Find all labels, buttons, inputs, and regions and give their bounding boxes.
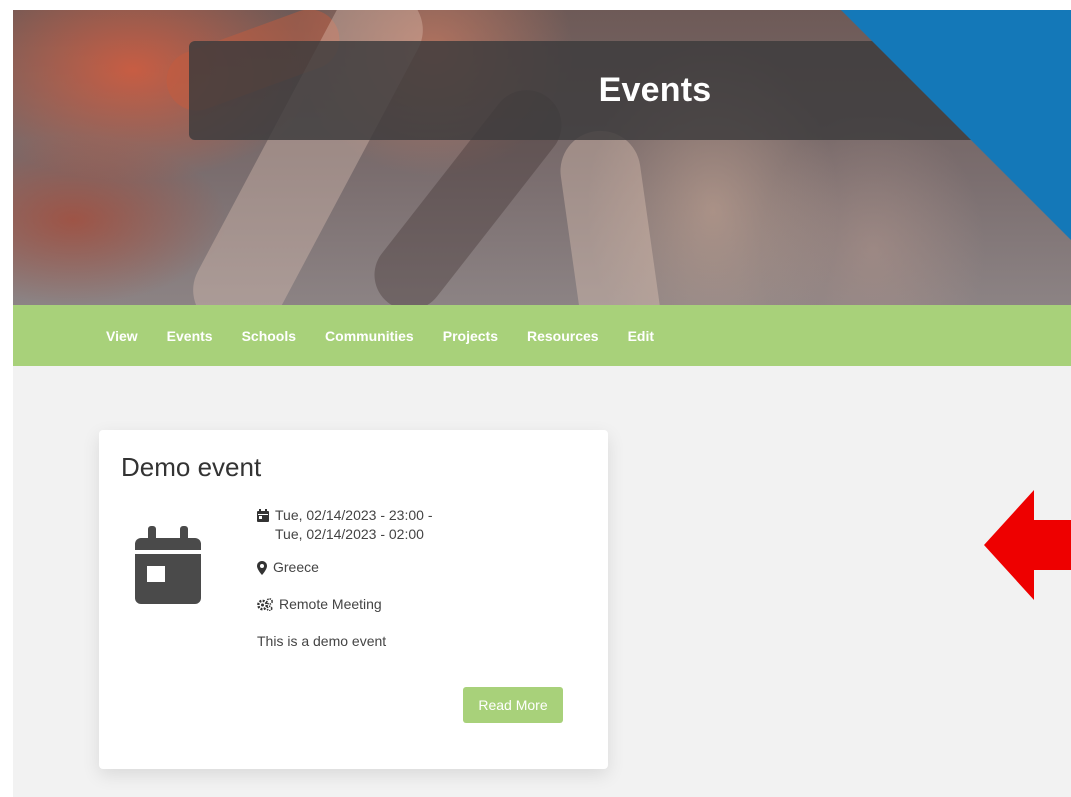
- map-marker-icon: [257, 561, 267, 575]
- tab-events[interactable]: Events: [167, 328, 213, 344]
- small-calendar-icon: [257, 509, 269, 522]
- tabs-nav: View Events Schools Communities Projects…: [13, 305, 1071, 366]
- tab-resources[interactable]: Resources: [527, 328, 599, 344]
- event-type: Remote Meeting: [257, 595, 577, 614]
- tab-communities[interactable]: Communities: [325, 328, 414, 344]
- event-date-end: Tue, 02/14/2023 - 02:00: [275, 526, 424, 542]
- calendar-icon: [135, 526, 201, 604]
- tab-schools[interactable]: Schools: [242, 328, 296, 344]
- page-title: Events: [598, 71, 712, 109]
- event-card: Demo event Tue, 02/14/2023 - 23:00 - Tue…: [99, 430, 608, 769]
- event-location-text: Greece: [273, 559, 319, 575]
- red-arrow-icon: [984, 490, 1071, 600]
- read-more-button[interactable]: Read More: [463, 687, 563, 723]
- event-meta: Tue, 02/14/2023 - 23:00 - Tue, 02/14/202…: [257, 506, 577, 651]
- event-location: Greece: [257, 558, 577, 577]
- page-frame: Events View Events Schools Communities P…: [13, 10, 1071, 797]
- event-type-text: Remote Meeting: [279, 596, 382, 612]
- tab-projects[interactable]: Projects: [443, 328, 498, 344]
- event-title[interactable]: Demo event: [121, 452, 261, 483]
- tab-view[interactable]: View: [106, 328, 138, 344]
- tab-edit[interactable]: Edit: [628, 328, 654, 344]
- event-date-start: Tue, 02/14/2023 - 23:00 -: [275, 507, 433, 523]
- event-date: Tue, 02/14/2023 - 23:00 - Tue, 02/14/202…: [257, 506, 577, 544]
- hero-banner: Events: [13, 10, 1071, 305]
- event-date-text: Tue, 02/14/2023 - 23:00 - Tue, 02/14/202…: [275, 506, 432, 544]
- corner-accent: [841, 10, 1071, 240]
- gears-icon: [257, 598, 273, 611]
- hero-image-shape: [555, 125, 671, 305]
- event-description: This is a demo event: [257, 633, 387, 649]
